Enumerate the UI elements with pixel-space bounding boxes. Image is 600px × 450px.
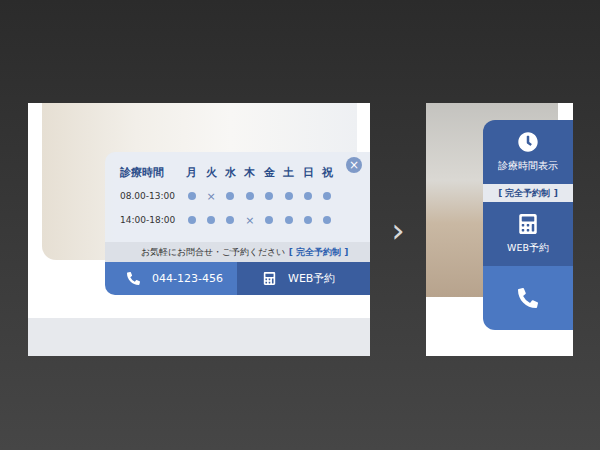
open-dot — [285, 216, 293, 224]
closed-mark: × — [245, 215, 254, 226]
schedule-card: ×診療時間月火水木金土日祝08.00-13:00×14:00-18:00×お気軽… — [105, 152, 370, 295]
calculator-icon — [263, 272, 276, 285]
notice-bar: お気軽にお問合せ・ご予約ください [ 完全予約制 ] — [105, 242, 370, 262]
header-cell: 金 — [260, 165, 279, 180]
day-cell — [298, 216, 317, 224]
open-dot — [323, 192, 331, 200]
open-dot — [188, 192, 196, 200]
notice-tab-item: [ 完全予約制 ] — [483, 184, 573, 202]
notice-text: お気軽にお問合せ・ご予約ください — [141, 246, 285, 259]
open-dot — [323, 216, 331, 224]
web-tab-item[interactable]: WEB予約 — [483, 202, 573, 266]
time-cell: 14:00-18:00 — [120, 215, 182, 225]
open-dot — [226, 216, 234, 224]
open-dot — [265, 216, 273, 224]
schedule-table: 診療時間月火水木金土日祝 08.00-13:00 × 14:00-18:00 × — [105, 152, 370, 232]
open-dot — [304, 216, 312, 224]
day-cell — [318, 192, 337, 200]
header-cell: 祝 — [318, 165, 337, 180]
before-screen: ×診療時間月火水木金土日祝08.00-13:00×14:00-18:00×お気軽… — [28, 103, 370, 356]
open-dot — [285, 192, 293, 200]
header-cell: 日 — [298, 165, 317, 180]
day-cell — [260, 216, 279, 224]
header-cell: 月 — [182, 165, 201, 180]
day-cell — [182, 216, 201, 224]
day-cell — [182, 192, 201, 200]
day-cell — [279, 216, 298, 224]
header-cell: 診療時間 — [120, 165, 182, 180]
phone-icon — [127, 272, 140, 285]
phone-icon — [518, 288, 538, 308]
open-dot — [226, 192, 234, 200]
arrow: › — [370, 213, 426, 247]
day-cell — [221, 216, 240, 224]
header-cell: 火 — [201, 165, 220, 180]
after-screen: 診療時間表示[ 完全予約制 ]WEB予約 — [426, 103, 573, 356]
day-cell: × — [201, 191, 220, 202]
day-cell — [240, 192, 259, 200]
button-row: 044-123-456WEB予約 — [105, 262, 370, 295]
hours-tab-item[interactable]: 診療時間表示 — [483, 120, 573, 184]
header-cell: 水 — [221, 165, 240, 180]
day-cell: × — [240, 215, 259, 226]
open-dot — [207, 216, 215, 224]
time-cell: 08.00-13:00 — [120, 191, 182, 201]
open-dot — [188, 216, 196, 224]
open-dot — [304, 192, 312, 200]
day-cell — [260, 192, 279, 200]
schedule-row: 08.00-13:00 × — [120, 184, 370, 208]
schedule-row: 14:00-18:00 × — [120, 208, 370, 232]
calculator-icon — [518, 214, 538, 234]
stage: ×診療時間月火水木金土日祝08.00-13:00×14:00-18:00×お気軽… — [0, 0, 600, 356]
day-cell — [298, 192, 317, 200]
close-button[interactable]: × — [346, 157, 362, 173]
web-button[interactable]: WEB予約 — [237, 262, 370, 295]
header-cell: 土 — [279, 165, 298, 180]
open-dot — [265, 192, 273, 200]
day-cell — [221, 192, 240, 200]
day-cell — [279, 192, 298, 200]
closed-mark: × — [206, 191, 215, 202]
open-dot — [246, 192, 254, 200]
day-cell — [318, 216, 337, 224]
clock-icon — [518, 132, 538, 152]
reservation-badge: [ 完全予約制 ] — [289, 246, 349, 259]
phone-tab-item[interactable] — [483, 266, 573, 330]
phone-button[interactable]: 044-123-456 — [105, 262, 237, 295]
day-cell — [201, 216, 220, 224]
side-tab: 診療時間表示[ 完全予約制 ]WEB予約 — [483, 120, 573, 330]
footer-band — [28, 318, 370, 356]
header-row: 診療時間月火水木金土日祝 — [120, 160, 370, 184]
header-cell: 木 — [240, 165, 259, 180]
